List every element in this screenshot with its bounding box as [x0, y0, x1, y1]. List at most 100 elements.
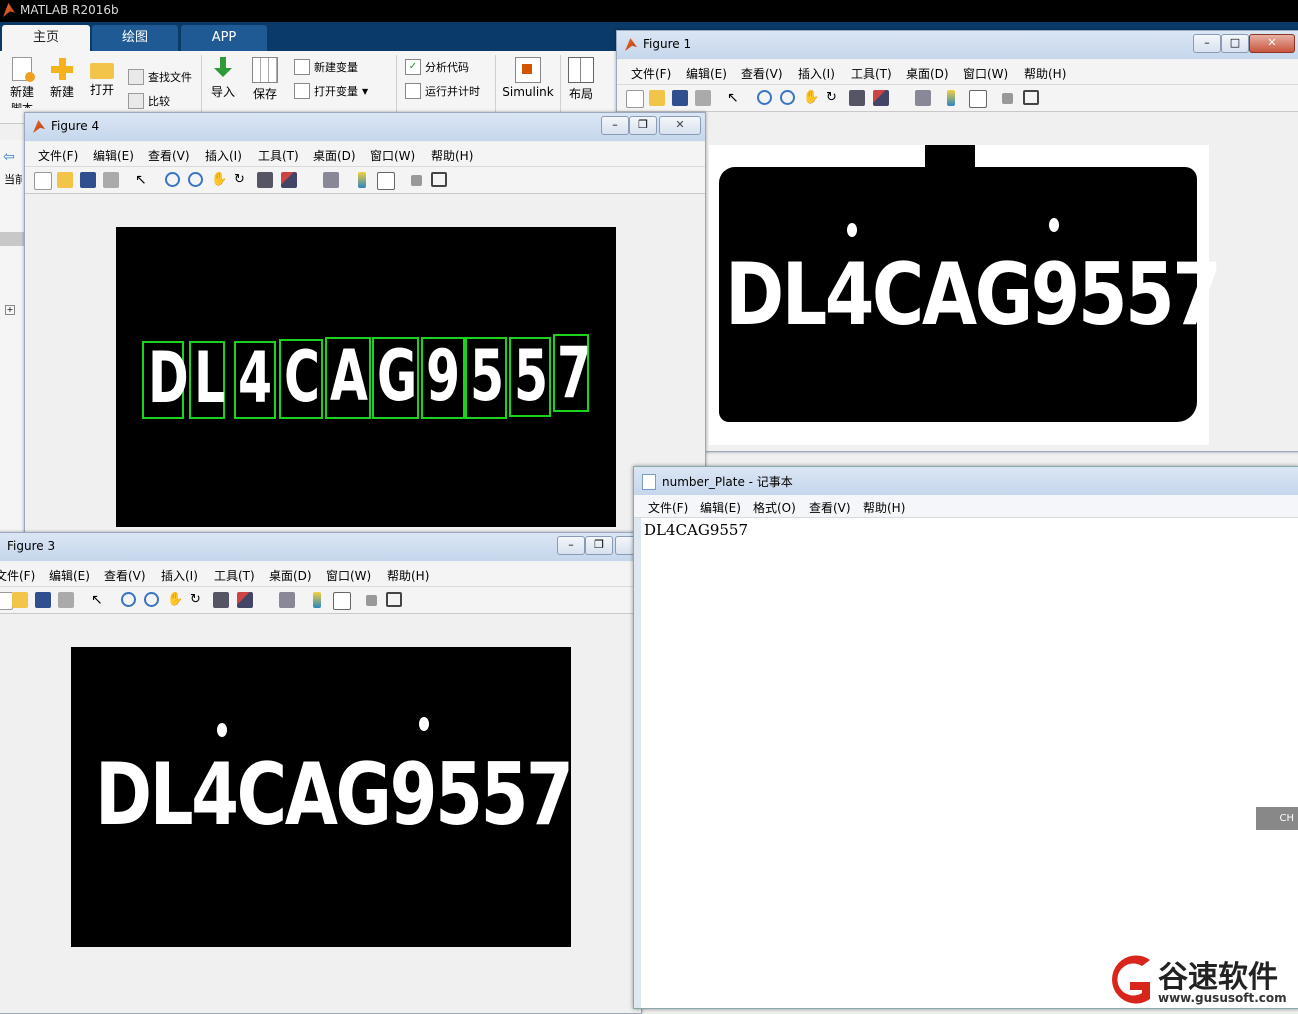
print-icon[interactable]: [103, 172, 119, 188]
menu-view[interactable]: 查看(V): [809, 499, 851, 516]
pointer-icon[interactable]: ↖: [727, 90, 743, 106]
legend-icon[interactable]: [333, 592, 351, 610]
new-button[interactable]: 新建: [46, 57, 78, 100]
close-button[interactable]: ✕: [1249, 34, 1295, 53]
menu-file[interactable]: 文件(F): [0, 567, 35, 584]
menu-help[interactable]: 帮助(H): [387, 567, 429, 584]
menu-help[interactable]: 帮助(H): [431, 147, 473, 164]
menu-window[interactable]: 窗口(W): [326, 567, 371, 584]
expand-icon[interactable]: +: [5, 305, 15, 315]
save-icon[interactable]: [672, 90, 688, 106]
menu-window[interactable]: 窗口(W): [963, 65, 1008, 82]
open-file-icon[interactable]: [12, 592, 28, 608]
rotate-icon[interactable]: ↻: [826, 90, 842, 106]
pan-hand-icon[interactable]: ✋: [803, 90, 819, 106]
link-plot-icon[interactable]: [323, 172, 339, 188]
tab-plots[interactable]: 绘图: [92, 25, 178, 51]
restore-button[interactable]: ❐: [629, 116, 657, 135]
menu-desktop[interactable]: 桌面(D): [269, 567, 312, 584]
zoom-in-icon[interactable]: [165, 172, 180, 187]
run-and-time-button[interactable]: 运行并计时: [405, 83, 480, 99]
brush-icon[interactable]: [281, 172, 297, 188]
legend-icon[interactable]: [377, 172, 395, 190]
menu-tools[interactable]: 工具(T): [258, 147, 299, 164]
menu-file[interactable]: 文件(F): [631, 65, 671, 82]
zoom-in-icon[interactable]: [757, 90, 772, 105]
tab-apps[interactable]: APP: [181, 25, 267, 51]
open-button[interactable]: 打开: [86, 57, 118, 98]
save-icon[interactable]: [35, 592, 51, 608]
show-tools-icon[interactable]: [1023, 90, 1039, 105]
show-tools-icon[interactable]: [386, 592, 402, 607]
colorbar-icon[interactable]: [947, 90, 955, 106]
restore-button[interactable]: ❐: [585, 536, 613, 555]
menu-view[interactable]: 查看(V): [148, 147, 190, 164]
zoom-out-icon[interactable]: [144, 592, 159, 607]
simulink-button[interactable]: Simulink: [502, 57, 554, 99]
link-plot-icon[interactable]: [279, 592, 295, 608]
show-tools-icon[interactable]: [431, 172, 447, 187]
minimize-button[interactable]: –: [557, 536, 585, 555]
back-arrow-icon[interactable]: ⇦: [3, 149, 15, 165]
menu-edit[interactable]: 编辑(E): [93, 147, 134, 164]
selected-row[interactable]: [0, 232, 24, 246]
save-icon[interactable]: [80, 172, 96, 188]
menu-edit[interactable]: 编辑(E): [686, 65, 727, 82]
rotate-icon[interactable]: ↻: [234, 172, 250, 188]
link-plot-icon[interactable]: [915, 90, 931, 106]
maximize-button[interactable]: □: [1221, 34, 1249, 53]
layout-button[interactable]: 布局: [564, 57, 598, 102]
menu-view[interactable]: 查看(V): [104, 567, 146, 584]
pan-hand-icon[interactable]: ✋: [211, 172, 227, 188]
compare-button[interactable]: 比较: [128, 93, 170, 109]
minimize-button[interactable]: –: [601, 116, 629, 135]
menu-file[interactable]: 文件(F): [648, 499, 688, 516]
menu-edit[interactable]: 编辑(E): [49, 567, 90, 584]
colorbar-icon[interactable]: [358, 172, 366, 188]
menu-insert[interactable]: 插入(I): [161, 567, 198, 584]
menu-help[interactable]: 帮助(H): [863, 499, 905, 516]
new-variable-button[interactable]: 新建变量: [294, 59, 358, 75]
menu-insert[interactable]: 插入(I): [798, 65, 835, 82]
print-icon[interactable]: [58, 592, 74, 608]
menu-tools[interactable]: 工具(T): [851, 65, 892, 82]
menu-edit[interactable]: 编辑(E): [700, 499, 741, 516]
menu-view[interactable]: 查看(V): [741, 65, 783, 82]
open-file-icon[interactable]: [57, 172, 73, 188]
save-workspace-button[interactable]: 保存: [248, 57, 282, 102]
zoom-out-icon[interactable]: [780, 90, 795, 105]
new-script-button[interactable]: 新建 脚本: [6, 57, 38, 108]
find-files-button[interactable]: 查找文件: [128, 69, 192, 85]
import-button[interactable]: 导入: [206, 57, 240, 100]
menu-tools[interactable]: 工具(T): [214, 567, 255, 584]
zoom-in-icon[interactable]: [121, 592, 136, 607]
rotate-icon[interactable]: ↻: [190, 592, 206, 608]
menu-window[interactable]: 窗口(W): [370, 147, 415, 164]
data-cursor-icon[interactable]: [213, 592, 229, 608]
legend-icon[interactable]: [969, 90, 987, 108]
close-button[interactable]: ✕: [659, 116, 701, 135]
data-cursor-icon[interactable]: [257, 172, 273, 188]
pan-hand-icon[interactable]: ✋: [167, 592, 183, 608]
hide-tools-icon[interactable]: [1002, 93, 1013, 104]
minimize-button[interactable]: –: [1193, 34, 1221, 53]
menu-insert[interactable]: 插入(I): [205, 147, 242, 164]
print-icon[interactable]: [695, 90, 711, 106]
zoom-out-icon[interactable]: [188, 172, 203, 187]
pointer-icon[interactable]: ↖: [91, 592, 107, 608]
open-variable-button[interactable]: 打开变量 ▼: [294, 83, 368, 99]
colorbar-icon[interactable]: [313, 592, 321, 608]
hide-tools-icon[interactable]: [366, 595, 377, 606]
hide-tools-icon[interactable]: [411, 175, 422, 186]
brush-icon[interactable]: [237, 592, 253, 608]
menu-format[interactable]: 格式(O): [753, 499, 796, 516]
new-figure-icon[interactable]: [626, 90, 644, 108]
menu-file[interactable]: 文件(F): [38, 147, 78, 164]
data-cursor-icon[interactable]: [849, 90, 865, 106]
notepad-text-area[interactable]: DL4CAG9557: [644, 521, 748, 539]
menu-desktop[interactable]: 桌面(D): [906, 65, 949, 82]
tab-home[interactable]: 主页: [2, 25, 90, 51]
brush-icon[interactable]: [873, 90, 889, 106]
menu-desktop[interactable]: 桌面(D): [313, 147, 356, 164]
open-file-icon[interactable]: [649, 90, 665, 106]
